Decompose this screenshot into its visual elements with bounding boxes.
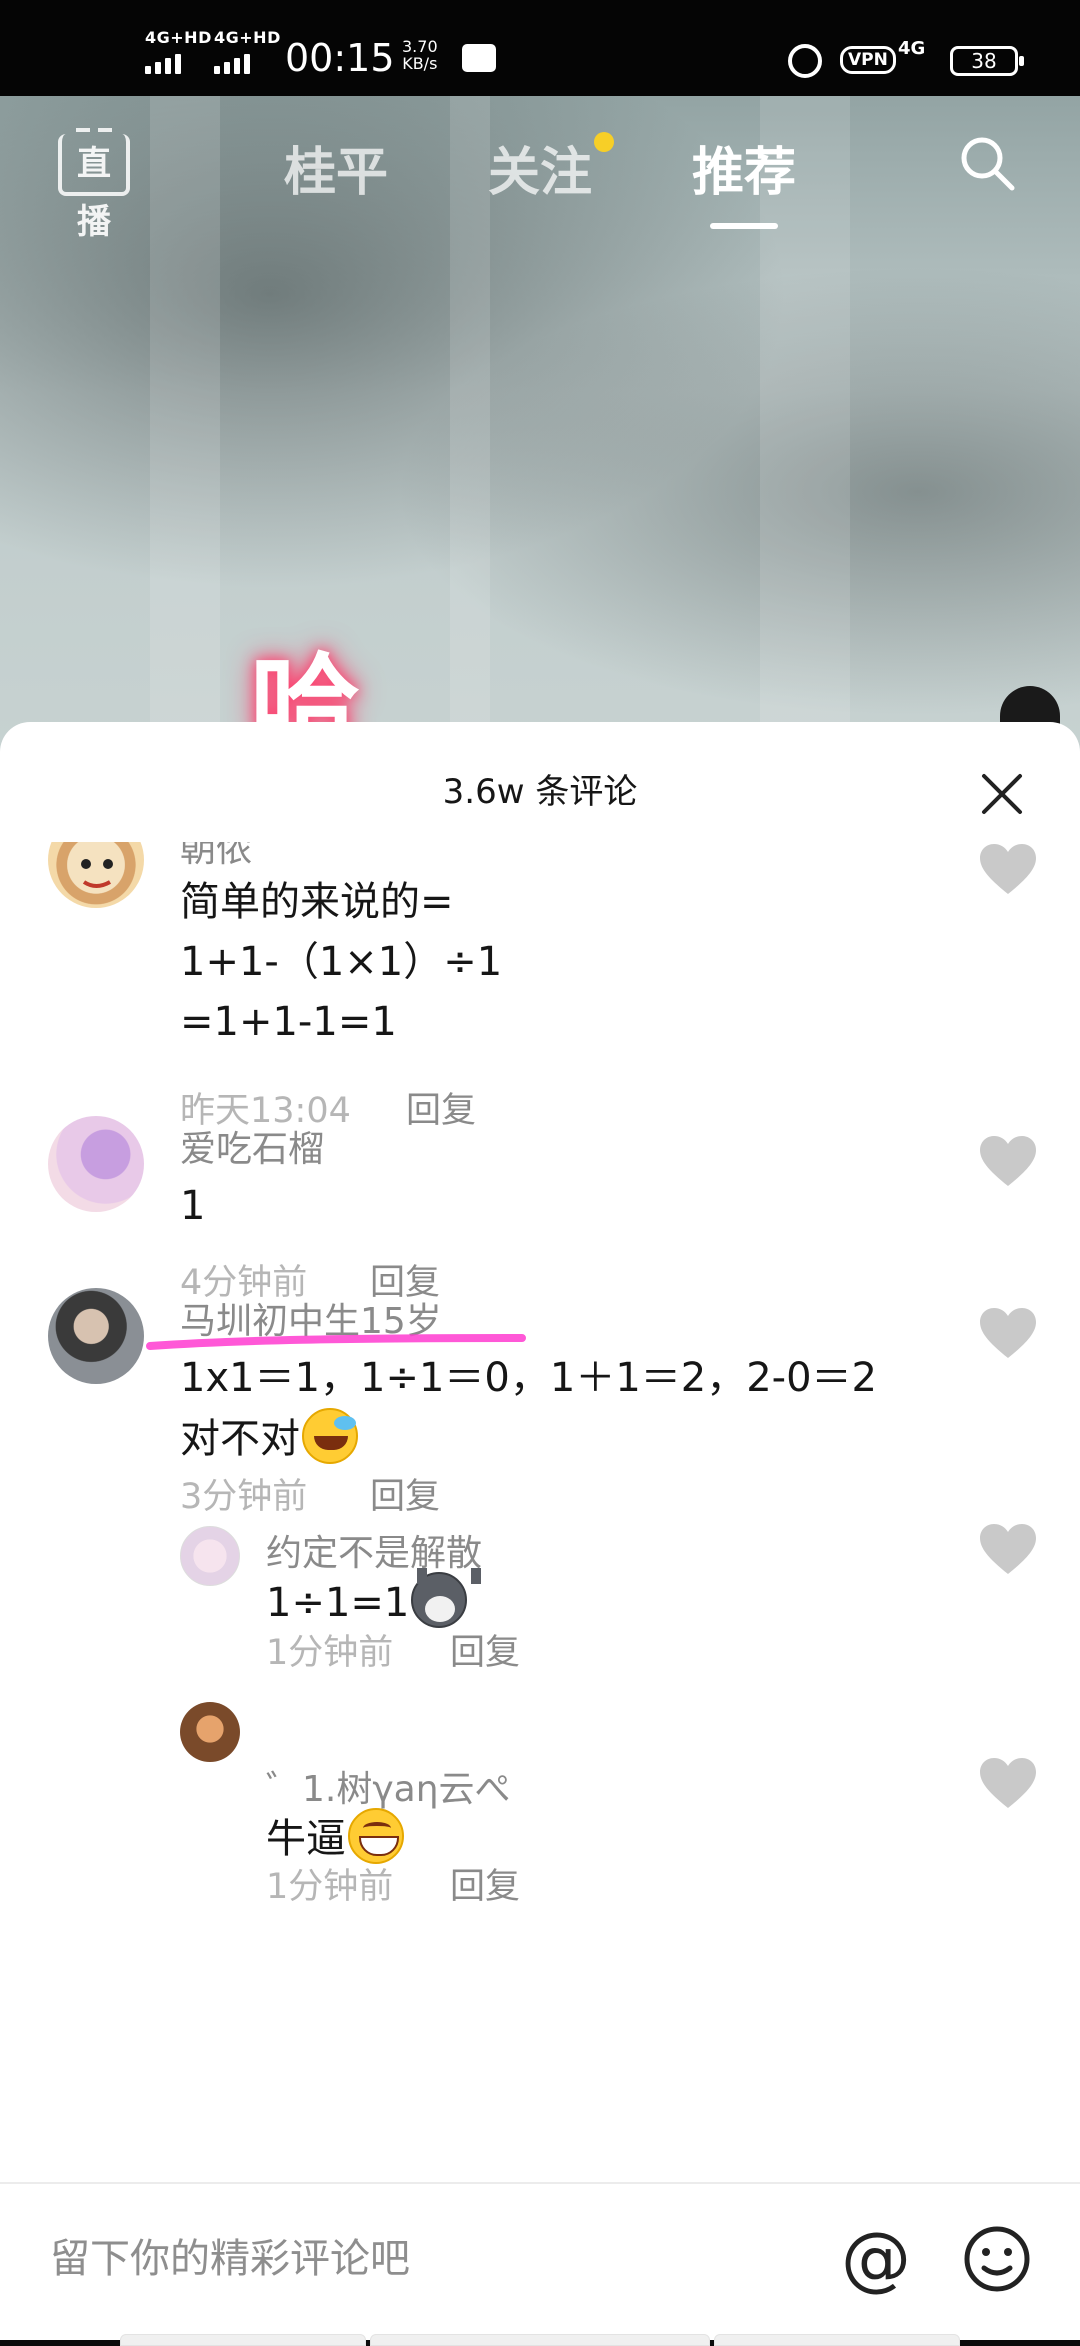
avatar[interactable] <box>180 1526 240 1586</box>
avatar[interactable] <box>48 1116 144 1212</box>
tab-recommended[interactable]: 推荐 <box>692 130 796 229</box>
comment-text-line: 1+1-（1×1）÷1 <box>180 939 503 985</box>
comment-username[interactable]: 朝侬 <box>180 842 252 872</box>
status-bar: 4G+HD 4G+HD 00:15 3.70 KB/s VPN 4G 38 <box>0 0 1080 96</box>
live-icon[interactable]: 直播 <box>58 128 130 242</box>
comment-text: 牛逼 <box>266 1816 346 1862</box>
signal-strength-icon-sim2: 4G+HD <box>214 28 280 74</box>
comment-text-line: 1x1＝1，1÷1＝0，1＋1＝2，2-0＝2 <box>180 1355 878 1401</box>
comment-text-line: 对不对 <box>180 1408 358 1469</box>
comment-text-line: =1+1-1=1 <box>180 999 397 1045</box>
tab-following-label: 关注 <box>488 143 593 203</box>
comment-username[interactable]: ゛1.树γaη云ぺ <box>266 1760 511 1812</box>
keyboard-edge <box>714 2334 960 2346</box>
network-speed: 3.70 KB/s <box>402 38 438 72</box>
comment-input-bar: 留下你的精彩评论吧 @ <box>0 2182 1080 2346</box>
comments-count-title: 3.6w 条评论 <box>442 772 638 812</box>
network-type-label: 4G+HD <box>214 28 281 47</box>
live-label: 直播 <box>77 144 111 242</box>
like-heart-icon[interactable] <box>978 1306 1038 1362</box>
tab-guiping[interactable]: 桂平 <box>284 130 388 205</box>
network-speed-unit: KB/s <box>402 54 438 73</box>
close-icon[interactable] <box>980 772 1024 816</box>
search-icon[interactable] <box>958 134 1016 192</box>
comment-text: 1÷1=1 <box>266 1580 410 1626</box>
reply-button[interactable]: 回复 <box>450 1858 520 1902</box>
network-speed-value: 3.70 <box>402 37 438 56</box>
at-symbol: @ <box>841 2222 911 2298</box>
like-heart-icon[interactable] <box>978 1756 1038 1812</box>
comment-text: 对不对 <box>180 1416 300 1462</box>
comment-input[interactable]: 留下你的精彩评论吧 <box>50 2224 810 2294</box>
signal-strength-icon-sim1: 4G+HD <box>145 28 211 74</box>
battery-icon: 38 <box>950 46 1024 76</box>
emoji-picker-icon[interactable] <box>962 2224 1032 2294</box>
reply-button[interactable]: 回复 <box>370 1468 440 1519</box>
comment-text-line: 1 <box>180 1183 206 1229</box>
mention-at-icon[interactable]: @ <box>838 2222 914 2298</box>
comments-sheet: 3.6w 条评论 朝侬 简单的来说的= 1+1-（1×1）÷1 =1+1-1=1… <box>0 722 1080 2340</box>
new-content-dot <box>594 132 615 152</box>
like-heart-icon[interactable] <box>978 1522 1038 1578</box>
reply-button[interactable]: 回复 <box>450 1624 520 1675</box>
avatar[interactable] <box>180 1702 240 1762</box>
alarm-icon <box>788 44 822 78</box>
network-type-label: 4G+HD <box>145 28 212 47</box>
cartoon-face-icon <box>81 859 113 888</box>
keyboard-edge <box>370 2334 710 2346</box>
reply-button[interactable]: 回复 <box>406 1082 476 1133</box>
comment-time: 1分钟前 <box>266 1633 394 1673</box>
comment-time: 3分钟前 <box>180 1477 308 1517</box>
network-4g-icon: 4G <box>898 38 926 59</box>
tab-following[interactable]: 关注 <box>488 130 615 205</box>
comment-time: 1分钟前 <box>266 1867 394 1902</box>
battery-level: 38 <box>971 49 997 73</box>
clock: 00:15 <box>285 36 395 80</box>
avatar[interactable] <box>48 842 144 908</box>
like-heart-icon[interactable] <box>978 1134 1038 1190</box>
gallery-notification-icon <box>462 44 496 72</box>
like-heart-icon[interactable] <box>978 842 1038 898</box>
comments-list[interactable]: 朝侬 简单的来说的= 1+1-（1×1）÷1 =1+1-1=1 昨天13:04 … <box>0 842 1080 1902</box>
comment-text-line: 简单的来说的= <box>180 879 454 925</box>
comment-username[interactable]: 爱吃石榴 <box>180 1120 324 1172</box>
vpn-badge: VPN <box>840 46 896 74</box>
avatar[interactable] <box>48 1288 144 1384</box>
laughing-emoji-icon <box>302 1408 358 1464</box>
grinning-emoji-icon <box>348 1808 404 1864</box>
keyboard-edge <box>120 2334 366 2346</box>
husky-dog-emoji-icon <box>411 1568 482 1628</box>
top-navigation: 直播 桂平 关注 推荐 <box>0 96 1080 242</box>
